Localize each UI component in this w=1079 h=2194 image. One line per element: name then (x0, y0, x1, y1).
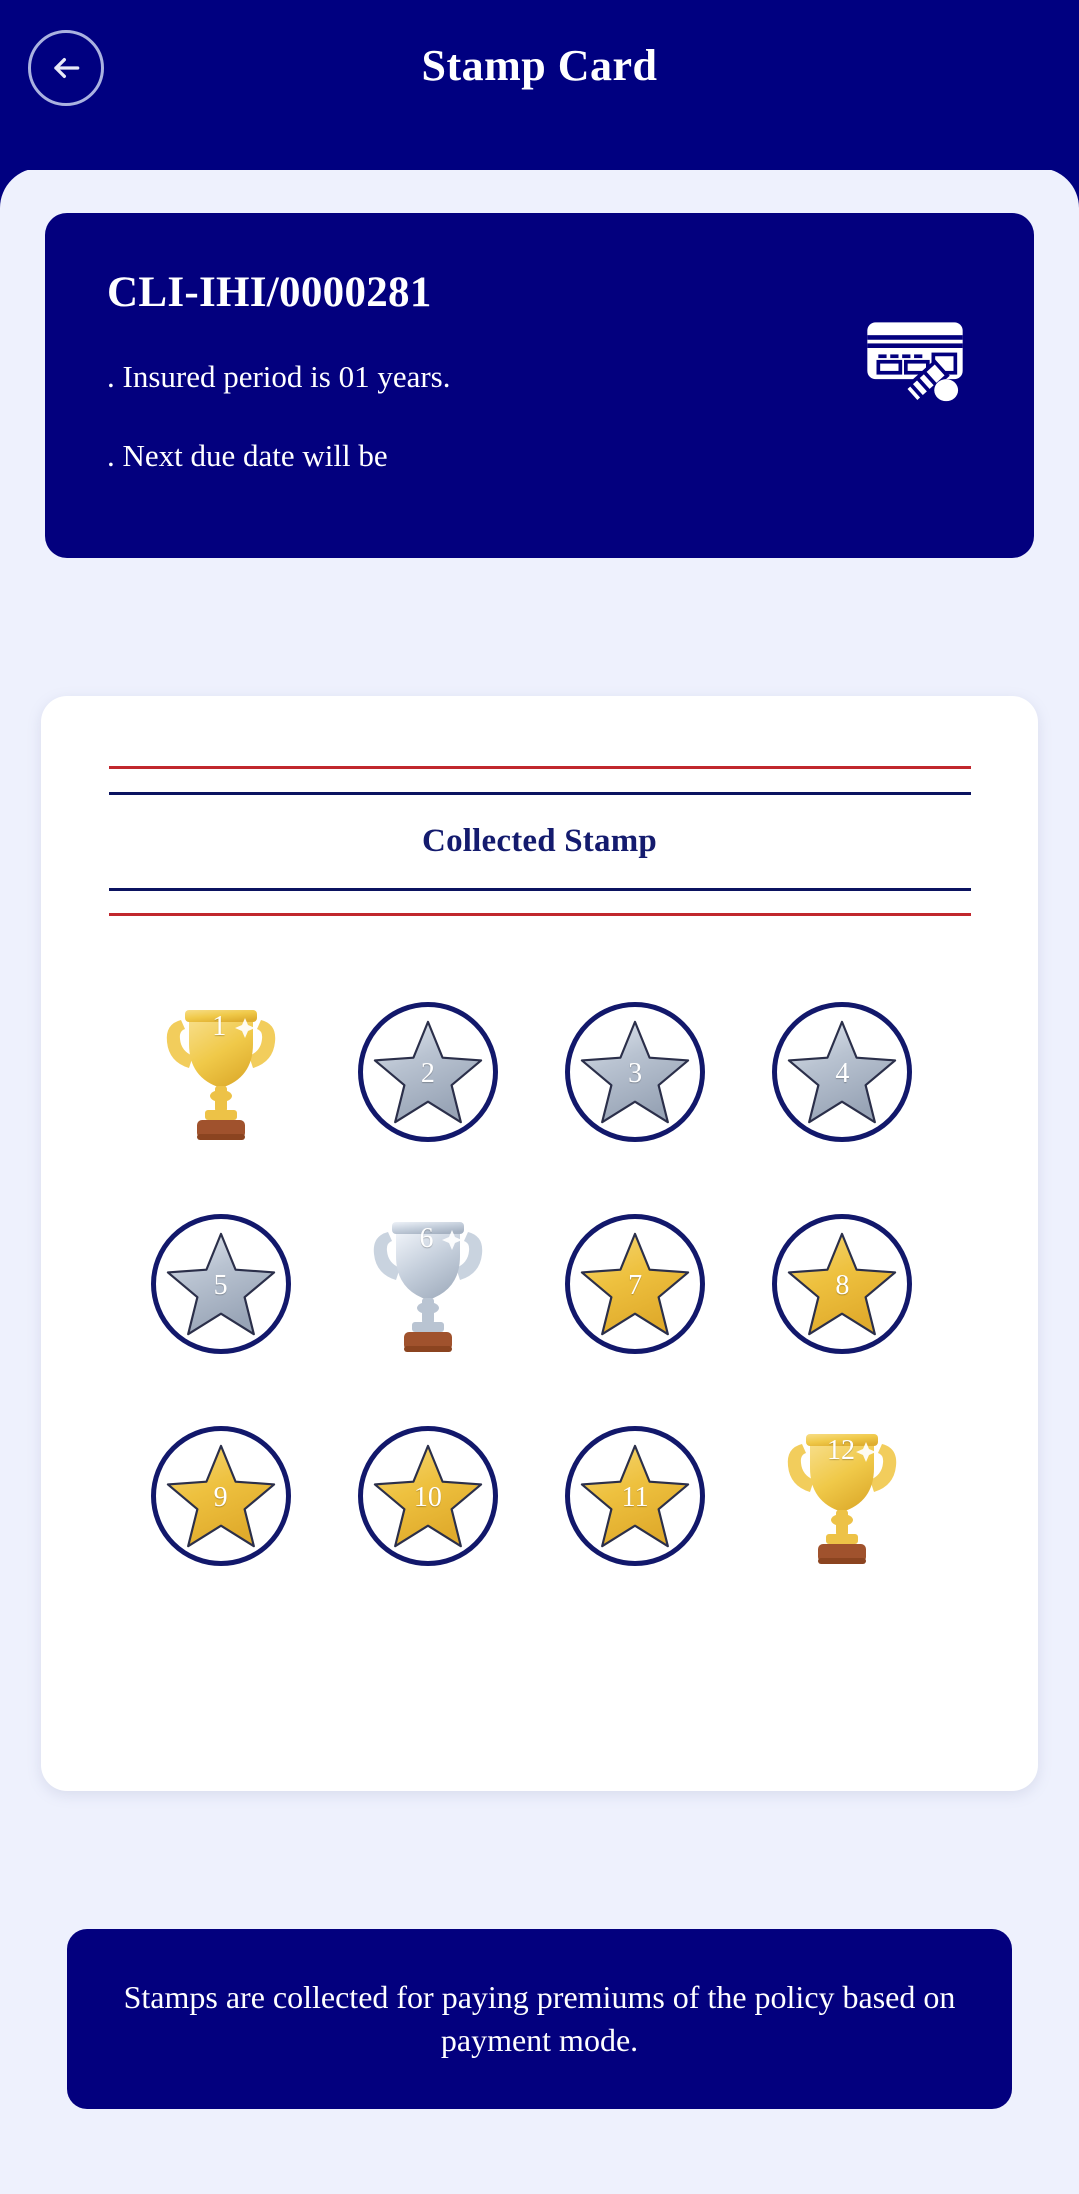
credit-card-payment-icon (860, 313, 970, 405)
trophy-icon: 6 (362, 1204, 494, 1364)
star-icon: 10 (368, 1436, 488, 1556)
next-due-date-text: . Next due date will be (107, 438, 388, 474)
stamp-cell-8[interactable]: 8 (739, 1196, 946, 1372)
stamp-cell-7[interactable]: 7 (532, 1196, 739, 1372)
stamp-cell-1[interactable]: 1 (117, 984, 324, 1160)
app-header: Stamp Card (0, 0, 1079, 170)
info-note-banner: Stamps are collected for paying premiums… (67, 1929, 1012, 2109)
stamp-card-screen: Stamp Card CLI-IHI/0000281 . Insured per… (0, 0, 1079, 2194)
stamp-circle: 7 (565, 1214, 706, 1354)
stamp-cell-3[interactable]: 3 (532, 984, 739, 1160)
stamp-grid: 1 2 3 4 5 6 7 8 9 10 11 12 (41, 984, 1038, 1584)
star-icon: 2 (368, 1012, 488, 1132)
stamp-cell-4[interactable]: 4 (739, 984, 946, 1160)
divider-red-top (108, 766, 971, 769)
star-icon: 7 (575, 1224, 695, 1344)
star-icon: 9 (161, 1436, 281, 1556)
page-title: Stamp Card (421, 41, 658, 90)
stamp-cell-6[interactable]: 6 (324, 1196, 531, 1372)
stamp-cell-5[interactable]: 5 (117, 1196, 324, 1372)
info-note-text: Stamps are collected for paying premiums… (123, 1978, 956, 2058)
star-icon: 3 (575, 1012, 695, 1132)
stamp-circle: 2 (357, 1002, 498, 1142)
policy-summary-card[interactable]: CLI-IHI/0000281 . Insured period is 01 y… (45, 213, 1034, 558)
divider-navy-top (108, 792, 971, 795)
stamp-circle: 8 (772, 1214, 913, 1354)
stamp-circle: 5 (150, 1214, 291, 1354)
stamp-cell-10[interactable]: 10 (324, 1408, 531, 1584)
star-icon: 5 (161, 1224, 281, 1344)
star-icon: 4 (782, 1012, 902, 1132)
trophy-icon: 1 (155, 992, 287, 1152)
stamp-cell-12[interactable]: 12 (739, 1408, 946, 1584)
policy-number: CLI-IHI/0000281 (107, 269, 432, 316)
stamp-circle: 4 (772, 1002, 913, 1142)
divider-navy-bottom (108, 888, 971, 891)
collected-stamp-title: Collected Stamp (422, 823, 657, 859)
stamp-circle: 3 (565, 1002, 706, 1142)
star-icon: 11 (575, 1436, 695, 1556)
divider-red-bottom (108, 913, 971, 916)
stamp-cell-11[interactable]: 11 (532, 1408, 739, 1584)
collected-stamp-panel: Collected Stamp 1 2 3 4 5 6 7 8 9 10 11 12 (41, 696, 1038, 1791)
trophy-icon: 12 (776, 1416, 908, 1576)
stamp-circle: 11 (565, 1426, 706, 1566)
stamp-circle: 9 (150, 1426, 291, 1566)
star-icon: 8 (782, 1224, 902, 1344)
stamp-cell-2[interactable]: 2 (324, 984, 531, 1160)
stamp-circle: 10 (357, 1426, 498, 1566)
stamp-cell-9[interactable]: 9 (117, 1408, 324, 1584)
insured-period-text: . Insured period is 01 years. (107, 359, 451, 395)
